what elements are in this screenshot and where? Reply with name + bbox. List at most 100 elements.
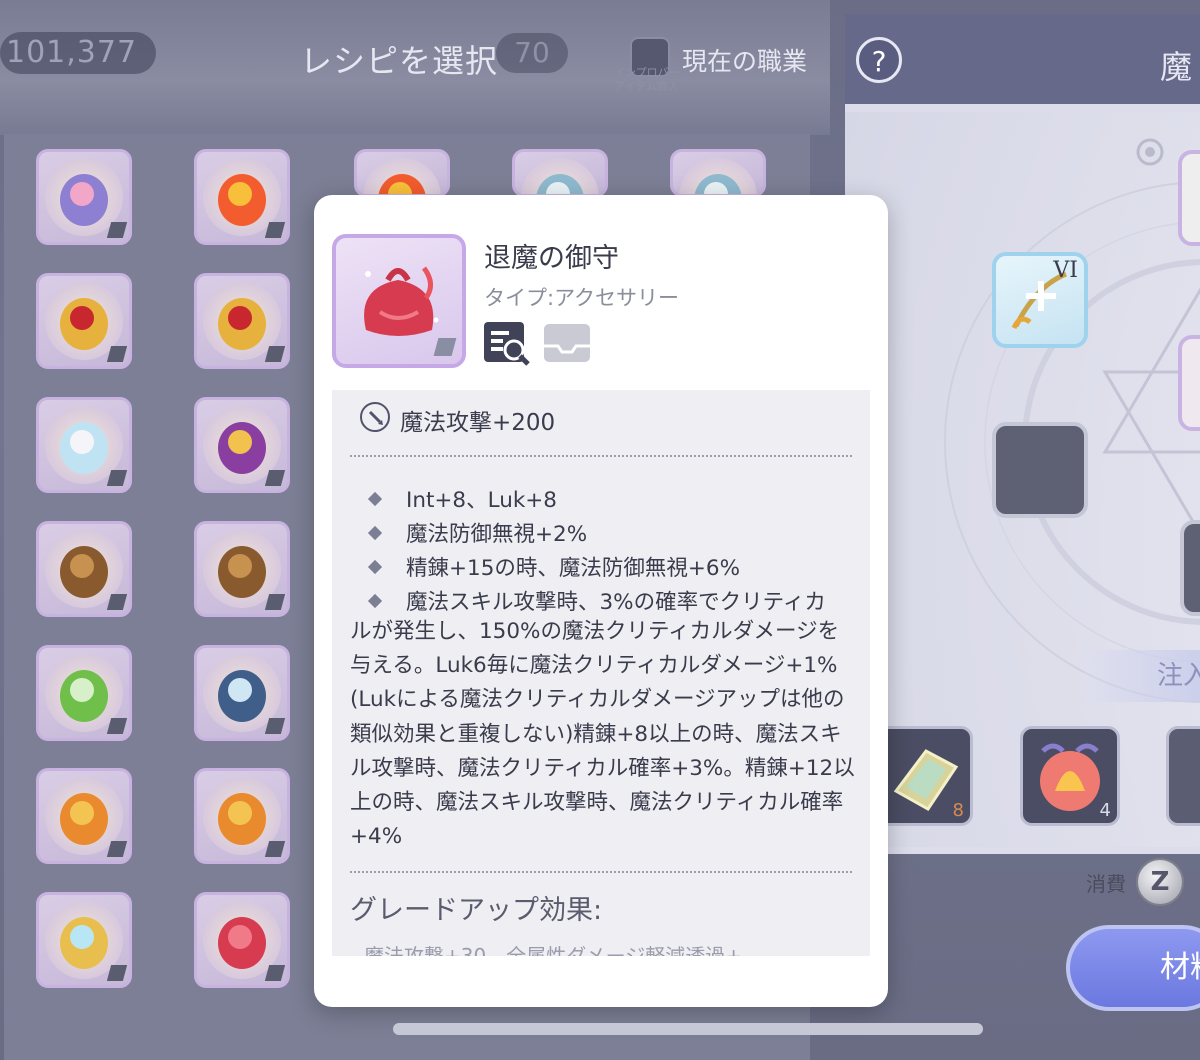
tray-icon <box>544 324 590 362</box>
crossed-belt-icon <box>60 546 108 598</box>
equip-slot-right[interactable] <box>1178 335 1200 431</box>
stat-bullet: Int+8、Luk+8 <box>367 483 557 514</box>
slot-grade-corner <box>106 346 128 362</box>
slot-grade-corner <box>106 222 128 238</box>
sun-medal-icon <box>218 793 266 845</box>
recipe-slot[interactable] <box>194 521 290 617</box>
help-button[interactable]: ? <box>856 37 902 83</box>
sun-medal-icon <box>60 793 108 845</box>
fish-icon <box>218 670 266 722</box>
divider <box>350 871 852 873</box>
slot-grade-corner <box>264 718 286 734</box>
slot-grade-corner <box>264 841 286 857</box>
recipe-slot[interactable] <box>36 273 132 369</box>
current-job-label: 現在の職業 <box>682 47 808 76</box>
stat-bullet-text: 魔法スキル攻撃時、3%の確率でクリティカ <box>406 590 826 615</box>
recipe-slot[interactable] <box>670 149 766 197</box>
magic-attack-icon <box>360 402 390 432</box>
tray-button[interactable] <box>542 320 592 366</box>
npc-name-text: インプロバー アイテム商人 <box>614 66 680 93</box>
equip-slot-weapon[interactable]: VI <box>992 252 1088 348</box>
recipe-slot[interactable] <box>36 149 132 245</box>
recipe-slot[interactable] <box>36 892 132 988</box>
equip-slot-top[interactable] <box>1178 150 1200 246</box>
slot-grade-corner <box>264 965 286 981</box>
material-count: 8 <box>952 800 964 821</box>
recipe-slot[interactable] <box>354 149 450 197</box>
material-slot[interactable]: 8 <box>873 726 973 826</box>
grade-up-title: グレードアップ効果: <box>350 895 603 926</box>
recipe-slot[interactable] <box>194 768 290 864</box>
red-pouch-icon <box>218 917 266 969</box>
paw-medal-icon <box>218 422 266 474</box>
material-count: 4 <box>1099 800 1111 821</box>
slot-grade-corner <box>264 470 286 486</box>
equip-slot-empty[interactable] <box>992 422 1088 518</box>
effect-description-text: ルが発生し、150%の魔法クリティカルダメージを与える。Luk6毎に魔法クリティ… <box>350 619 855 850</box>
infuse-tab[interactable]: 注入 <box>1085 650 1200 702</box>
slot-grade-corner <box>106 718 128 734</box>
slot-grade-corner <box>106 841 128 857</box>
material-slot[interactable]: 4 <box>1020 726 1120 826</box>
stat-bullet: 魔法スキル攻撃時、3%の確率でクリティカ <box>367 585 826 616</box>
stat-bullet-text: 魔法防御無視+2% <box>406 522 588 547</box>
diamond-bullet-icon <box>367 593 383 609</box>
phoenix-feather-icon <box>378 174 426 194</box>
ruby-ring-icon <box>60 298 108 350</box>
page-title: レシピを選択 <box>300 42 499 80</box>
material-slot[interactable] <box>1166 726 1200 826</box>
recipe-slot[interactable] <box>194 273 290 369</box>
recipe-slot[interactable] <box>194 892 290 988</box>
stat-bullet-text: 精錬+15の時、魔法防御無視+6% <box>406 556 740 581</box>
magnifier-list-icon <box>484 322 530 366</box>
craft-panel-title: 魔 <box>1160 48 1193 86</box>
consume-label: 消費 <box>1086 872 1126 896</box>
recipe-slot[interactable] <box>194 149 290 245</box>
slot-grade-corner <box>106 470 128 486</box>
recipe-slot[interactable] <box>36 768 132 864</box>
equip-slot-lower[interactable] <box>1180 520 1200 616</box>
recipe-slot[interactable] <box>512 149 608 197</box>
heart-crest-icon <box>60 917 108 969</box>
wand-glyph-icon <box>368 410 383 425</box>
diamond-bullet-icon <box>367 559 383 575</box>
grade-up-effect: 魔法攻撃+30、全属性ダメージ軽減透過+ <box>364 944 742 956</box>
potion-bottle-icon <box>60 422 108 474</box>
effect-description: ルが発生し、150%の魔法クリティカルダメージを与える。Luk6毎に魔法クリティ… <box>350 615 855 854</box>
item-preview <box>332 234 466 368</box>
level-badge: 70 <box>496 33 568 73</box>
item-name: 退魔の御守 <box>484 243 619 274</box>
recipe-slot[interactable] <box>194 645 290 741</box>
crossed-belt-icon <box>218 546 266 598</box>
slot-grade-corner <box>106 965 128 981</box>
leaf-wreath-icon <box>60 670 108 722</box>
ruby-ring-icon <box>218 298 266 350</box>
recipe-slot[interactable] <box>36 521 132 617</box>
horizontal-scrollbar[interactable] <box>393 1023 983 1035</box>
main-stat: 魔法攻撃+200 <box>400 410 556 436</box>
inspect-button[interactable] <box>482 320 532 366</box>
equip-rank: VI <box>1053 258 1078 283</box>
slot-grade-corner <box>106 594 128 610</box>
scroll-map-icon <box>536 174 584 194</box>
recipe-slot[interactable] <box>36 645 132 741</box>
material-button[interactable]: 材料 <box>1066 925 1200 1011</box>
hourglass-icon <box>60 174 108 226</box>
recipe-slot[interactable] <box>36 397 132 493</box>
slot-grade-corner <box>264 222 286 238</box>
zeny-coin-icon: Z <box>1136 858 1184 906</box>
currency-display: 101,377 <box>0 32 156 74</box>
stat-bullet: 精錬+15の時、魔法防御無視+6% <box>367 551 740 582</box>
divider <box>350 455 852 457</box>
diamond-bullet-icon <box>367 525 383 541</box>
phoenix-feather-icon <box>218 174 266 226</box>
npc-name-tag: インプロバー アイテム商人 <box>614 66 680 94</box>
diamond-bullet-icon <box>367 491 383 507</box>
slot-grade-corner <box>264 594 286 610</box>
stat-bullet-text: Int+8、Luk+8 <box>406 488 557 513</box>
recipe-slot[interactable] <box>194 397 290 493</box>
item-type: タイプ:アクセサリー <box>484 286 680 310</box>
slot-grade-corner <box>264 346 286 362</box>
stat-bullet: 魔法防御無視+2% <box>367 517 588 548</box>
scroll-map-icon <box>694 174 742 194</box>
